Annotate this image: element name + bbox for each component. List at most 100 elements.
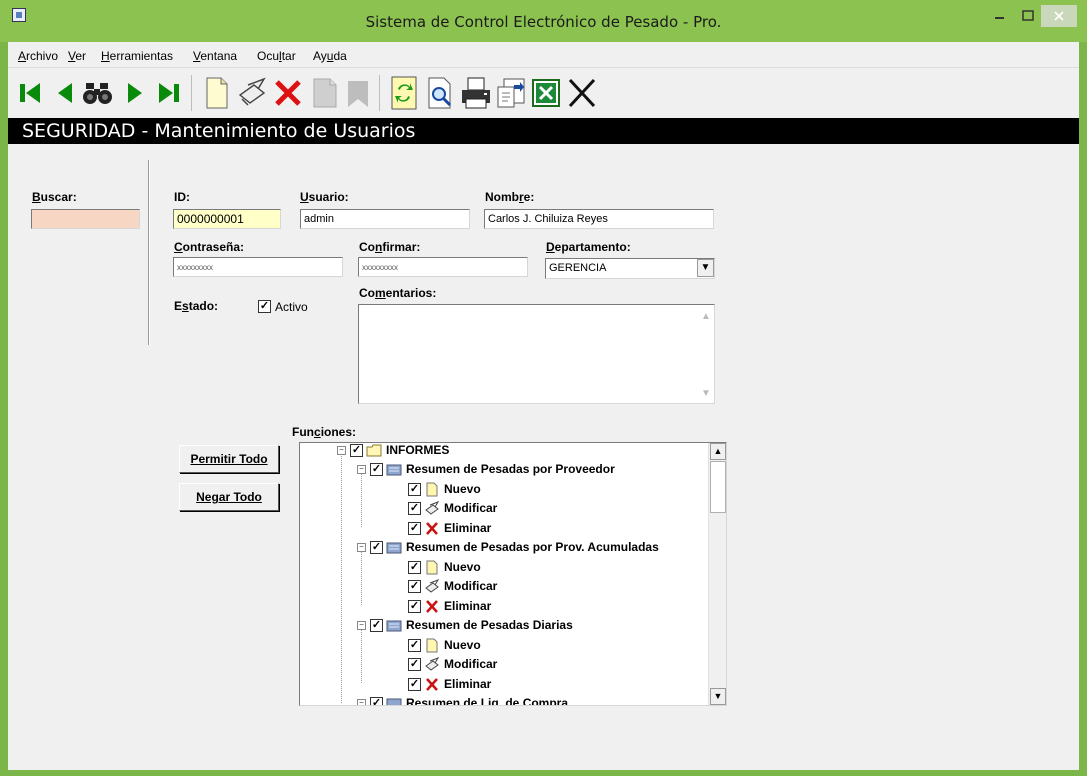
new-button[interactable] <box>198 75 234 111</box>
tree-item[interactable]: ✓ Modificar <box>408 655 497 673</box>
confirm-password-field[interactable]: xxxxxxxxx <box>358 257 528 277</box>
tree-item-checkbox[interactable]: ✓ <box>408 638 421 652</box>
tree-item[interactable]: ✓ Nuevo <box>408 558 481 576</box>
search-label: Buscar: <box>32 190 77 204</box>
refresh-button[interactable] <box>386 75 422 111</box>
comments-scrollbar[interactable]: ▲ ▼ <box>697 305 714 403</box>
new-document-icon <box>206 77 228 109</box>
user-label-accesskey: U <box>300 190 309 204</box>
deny-all-button[interactable]: Negar Todo <box>179 483 279 511</box>
minimize-button[interactable] <box>989 5 1011 27</box>
functions-tree[interactable]: − ✓ INFORMES − ✓ Resumen de Pesadas por … <box>299 442 727 706</box>
collapse-icon[interactable]: − <box>357 464 366 474</box>
delete-icon <box>275 80 301 106</box>
tree-item[interactable]: ✓ Eliminar <box>408 675 491 693</box>
export-button[interactable] <box>494 75 530 111</box>
collapse-icon[interactable]: − <box>357 620 366 630</box>
id-field[interactable]: 0000000001 <box>173 209 281 229</box>
tree-item[interactable]: ✓ Eliminar <box>408 597 491 615</box>
tree-item-checkbox[interactable]: ✓ <box>408 599 421 613</box>
scroll-down-icon[interactable]: ▼ <box>701 388 711 399</box>
tree-item[interactable]: ✓ Modificar <box>408 577 497 595</box>
excel-button[interactable] <box>528 75 564 111</box>
tree-item[interactable]: ✓ Nuevo <box>408 636 481 654</box>
last-record-button[interactable] <box>151 75 187 111</box>
maximize-button[interactable] <box>1017 5 1039 27</box>
next-record-button[interactable] <box>116 75 152 111</box>
title-bar[interactable]: Sistema de Control Electrónico de Pesado… <box>0 0 1087 42</box>
search-input[interactable] <box>31 209 140 229</box>
tree-item[interactable]: ✓ Nuevo <box>408 480 481 498</box>
tree-item[interactable]: ✓ Modificar <box>408 499 497 517</box>
cancel-button[interactable] <box>340 75 376 111</box>
scroll-up-button[interactable]: ▲ <box>710 443 726 460</box>
menu-bar: Archivo Ver Herramientas Ventana Ocultar… <box>8 42 1079 68</box>
tree-item-checkbox[interactable]: ✓ <box>370 540 383 554</box>
first-record-icon <box>20 83 40 103</box>
tree-scrollbar[interactable]: ▲ ▼ <box>708 443 726 705</box>
chevron-down-icon[interactable]: ▼ <box>697 259 714 277</box>
tree-item-checkbox[interactable]: ✓ <box>408 560 421 574</box>
menu-herramientas-accesskey: H <box>101 49 110 63</box>
menu-ayuda-label-pre: Ay <box>313 49 327 63</box>
first-record-button[interactable] <box>14 75 50 111</box>
delete-button[interactable] <box>270 75 306 111</box>
menu-ayuda[interactable]: Ayuda <box>313 49 347 63</box>
tree-item[interactable]: − ✓ Resumen de Liq. de Compra <box>357 694 568 705</box>
tree-item-checkbox[interactable]: ✓ <box>350 443 363 457</box>
tree-item-checkbox[interactable]: ✓ <box>408 521 421 535</box>
exit-button[interactable] <box>564 75 600 111</box>
collapse-icon[interactable]: − <box>357 542 366 552</box>
tree-item[interactable]: − ✓ Resumen de Pesadas por Prov. Acumula… <box>357 538 659 556</box>
collapse-icon[interactable]: − <box>357 698 366 705</box>
name-field[interactable]: Carlos J. Chiluiza Reyes <box>484 209 714 229</box>
name-label-text: e: <box>523 190 535 204</box>
menu-herramientas[interactable]: Herramientas <box>101 49 173 63</box>
print-button[interactable] <box>458 75 494 111</box>
menu-ver[interactable]: Ver <box>68 49 86 63</box>
tree-item-checkbox[interactable]: ✓ <box>370 462 383 476</box>
previous-record-button[interactable] <box>48 75 84 111</box>
user-field[interactable]: admin <box>300 209 470 229</box>
save-button[interactable] <box>306 75 342 111</box>
tree-item[interactable]: ✓ Eliminar <box>408 519 491 537</box>
delete-icon <box>424 599 440 614</box>
close-button[interactable] <box>1041 5 1077 27</box>
tree-item-label: Nuevo <box>444 482 481 496</box>
comments-textarea[interactable]: ▲ ▼ <box>358 304 715 404</box>
tree-item-checkbox[interactable]: ✓ <box>408 657 421 671</box>
scroll-up-icon[interactable]: ▲ <box>701 311 711 322</box>
tree-item-checkbox[interactable]: ✓ <box>408 579 421 593</box>
folder-icon <box>386 696 402 705</box>
password-field[interactable]: xxxxxxxxx <box>173 257 343 277</box>
search-button[interactable] <box>80 75 116 111</box>
tree-item-label: Eliminar <box>444 521 492 535</box>
confirm-label-text: firmar: <box>382 240 421 254</box>
scroll-thumb[interactable] <box>710 461 726 513</box>
department-select[interactable]: GERENCIA ▼ <box>545 258 715 279</box>
edit-button[interactable] <box>234 75 270 111</box>
tree-connector <box>341 453 342 703</box>
allow-all-button[interactable]: Permitir Todo <box>179 445 279 473</box>
department-label-accesskey: D <box>546 240 555 254</box>
tree-item-checkbox[interactable]: ✓ <box>408 482 421 496</box>
menu-archivo-label: rchivo <box>26 49 59 63</box>
tree-item-checkbox[interactable]: ✓ <box>370 618 383 632</box>
tree-item-label: Resumen de Pesadas por Prov. Acumuladas <box>406 540 659 554</box>
scroll-down-button[interactable]: ▼ <box>710 688 726 705</box>
preview-button[interactable] <box>422 75 458 111</box>
menu-ocultar[interactable]: Ocultar <box>257 49 296 63</box>
tree-item[interactable]: − ✓ Resumen de Pesadas Diarias <box>357 616 573 634</box>
tree-connector <box>361 473 362 527</box>
menu-ventana[interactable]: Ventana <box>193 49 237 63</box>
collapse-icon[interactable]: − <box>337 445 346 455</box>
name-label-pre: Nomb <box>485 190 519 204</box>
active-checkbox[interactable]: ✓ <box>258 300 271 313</box>
tree-item[interactable]: − ✓ INFORMES <box>337 443 449 459</box>
tree-item-checkbox[interactable]: ✓ <box>408 501 421 515</box>
menu-archivo[interactable]: Archivo <box>18 49 58 63</box>
tree-item-checkbox[interactable]: ✓ <box>408 677 421 691</box>
password-label: Contraseña: <box>174 240 244 254</box>
tree-item-checkbox[interactable]: ✓ <box>370 696 383 705</box>
tree-item[interactable]: − ✓ Resumen de Pesadas por Proveedor <box>357 460 615 478</box>
